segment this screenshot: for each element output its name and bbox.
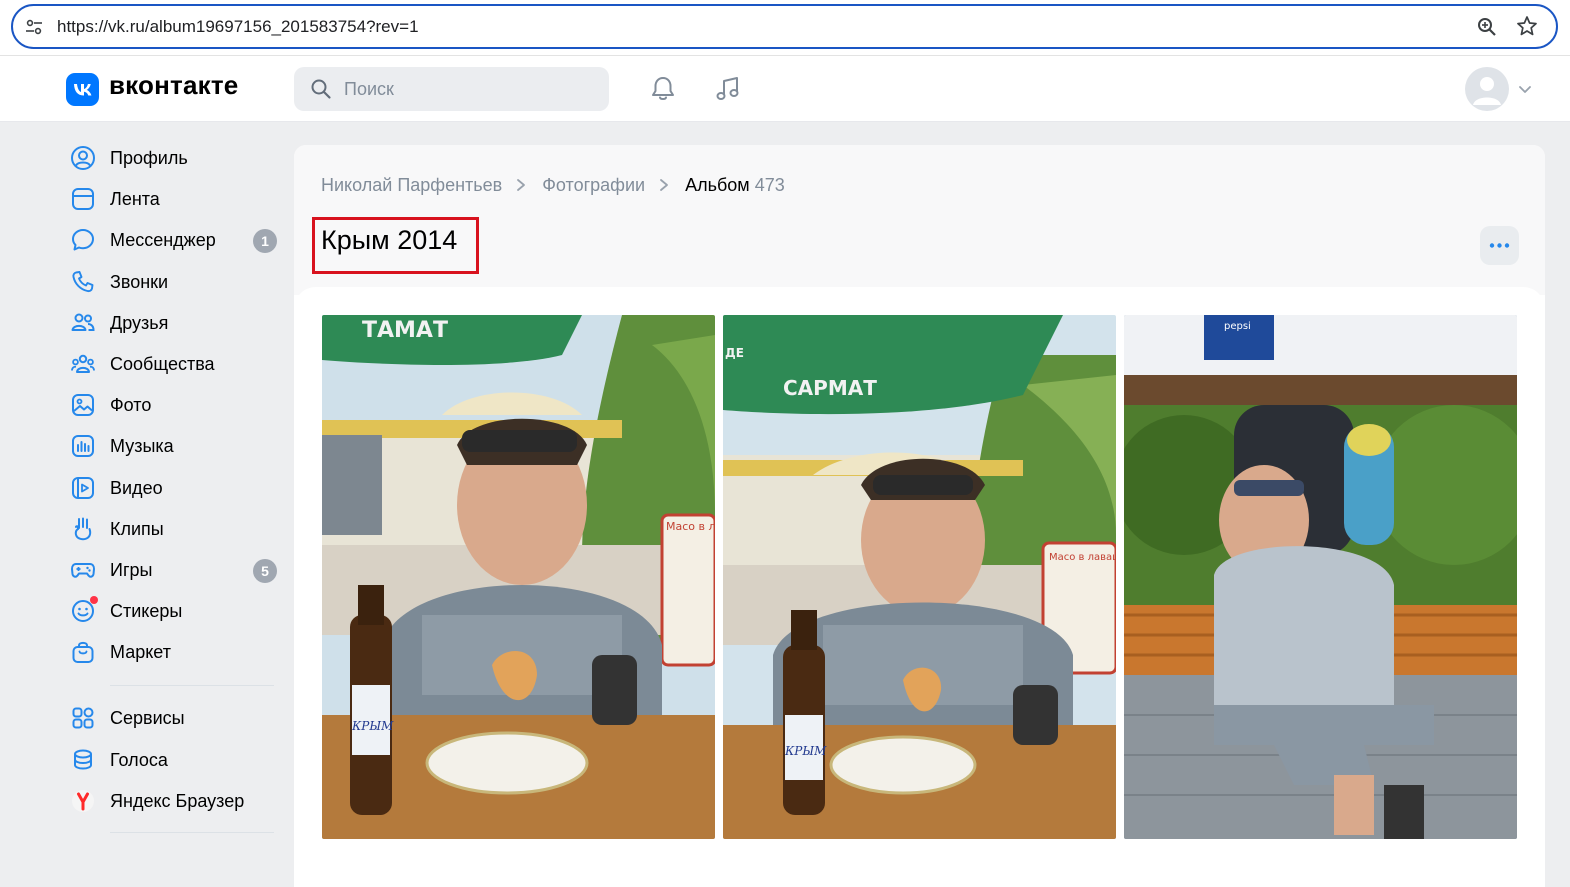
sidebar-item-market[interactable]: Маркет: [60, 632, 282, 673]
umbrella-text: САРМАТ: [783, 376, 877, 400]
sidebar-item-votes[interactable]: Голоса: [60, 740, 282, 781]
sidebar-item-yandex-browser[interactable]: Яндекс Браузер: [60, 781, 282, 822]
photo-man-with-beer-2: САРМАТ ДЕ Масо в лаваше КРЫМ: [723, 315, 1116, 839]
sidebar-divider: [110, 685, 274, 687]
sidebar-item-video[interactable]: Видео: [60, 468, 282, 509]
sidebar-item-calls[interactable]: Звонки: [60, 262, 282, 303]
album-header: Николай Парфентьев Фотографии Альбом 473 К…: [294, 145, 1545, 295]
photo-thumbnail[interactable]: ТАМАТ Масо в лаваш КРЫМ: [322, 315, 715, 839]
sidebar-item-label: Мессенджер: [110, 230, 216, 251]
search-input[interactable]: Поиск: [294, 67, 609, 111]
votes-coins-icon: [74, 749, 92, 770]
vk-logo-icon[interactable]: [66, 73, 99, 106]
url-text[interactable]: https://vk.ru/album19697156_201583754?re…: [57, 17, 419, 37]
left-sidebar: Профиль Лента Мессенджер 1 Звонки Друзья: [60, 138, 282, 845]
sidebar-item-label: Видео: [110, 477, 163, 498]
album-panel: Николай Парфентьев Фотографии Альбом 473 К…: [294, 145, 1545, 887]
sidebar-item-profile[interactable]: Профиль: [60, 138, 282, 179]
sign-text: Масо в лаваше: [1049, 552, 1116, 563]
sidebar-item-label: Стикеры: [110, 601, 183, 622]
search-placeholder: Поиск: [344, 79, 394, 99]
zoom-icon[interactable]: [1476, 16, 1498, 38]
sidebar-item-photo[interactable]: Фото: [60, 385, 282, 426]
search-icon: [311, 79, 331, 99]
sidebar-item-services[interactable]: Сервисы: [60, 698, 282, 739]
bottle-label-text: КРЫМ: [351, 719, 394, 733]
services-icon: [72, 707, 94, 729]
vk-logo-text[interactable]: вконтакте: [109, 70, 238, 101]
sidebar-item-label: Профиль: [110, 148, 188, 168]
sidebar-item-label: Игры: [110, 559, 153, 580]
breadcrumb: Николай Парфентьев Фотографии Альбом 473: [321, 175, 785, 196]
clips-icon: [74, 517, 92, 540]
feed-icon: [72, 188, 94, 211]
sidebar-item-games[interactable]: Игры 5: [60, 550, 282, 591]
breadcrumb-photos-link[interactable]: Фотографии: [542, 175, 645, 195]
sidebar-item-music[interactable]: Музыка: [60, 426, 282, 467]
avatar[interactable]: [1465, 67, 1509, 111]
chevron-right-icon: [517, 179, 526, 191]
games-icon: [71, 562, 95, 578]
photo-man-with-backpack: pepsi: [1124, 315, 1517, 839]
more-dots-icon: [1489, 243, 1510, 248]
sidebar-item-label: Маркет: [110, 642, 171, 663]
sidebar-item-label: Сообщества: [110, 353, 215, 374]
messenger-icon: [72, 229, 94, 251]
top-header: вконтакте Поиск: [0, 56, 1570, 122]
umbrella-text: ТАМАТ: [362, 318, 448, 343]
phone-icon: [72, 270, 94, 292]
bell-icon[interactable]: [648, 74, 678, 104]
sidebar-divider: [110, 832, 274, 833]
chevron-right-icon: [660, 179, 668, 191]
sidebar-item-label: Музыка: [110, 436, 174, 457]
market-bag-icon: [72, 642, 94, 664]
games-count-badge: 5: [253, 558, 277, 583]
store-sign-text: pepsi: [1224, 321, 1251, 332]
friends-icon: [71, 313, 95, 331]
album-title: Крым 2014: [321, 225, 458, 255]
more-options-button[interactable]: [1480, 226, 1519, 265]
bottle-label-text: КРЫМ: [784, 744, 827, 758]
sign-text: Масо в лаваш: [666, 520, 715, 533]
address-bar[interactable]: https://vk.ru/album19697156_201583754?re…: [11, 4, 1558, 49]
umbrella-text: ДЕ: [725, 346, 744, 360]
breadcrumb-owner-link[interactable]: Николай Парфентьев: [321, 175, 502, 195]
chevron-down-icon[interactable]: [1517, 82, 1533, 96]
sidebar-item-label: Голоса: [110, 749, 168, 770]
sidebar-item-label: Фото: [110, 395, 152, 416]
photo-thumbnail[interactable]: pepsi: [1124, 315, 1517, 839]
unread-count-badge: 1: [253, 229, 277, 254]
sidebar-item-communities[interactable]: Сообщества: [60, 344, 282, 385]
sidebar-item-label: Звонки: [110, 271, 169, 292]
sidebar-item-friends[interactable]: Друзья: [60, 303, 282, 344]
sidebar-item-label: Лента: [110, 189, 160, 210]
sidebar-item-label: Клипы: [110, 518, 164, 539]
album-photo-count: 473: [754, 175, 785, 195]
sidebar-item-label: Друзья: [110, 312, 169, 333]
music-icon: [72, 435, 94, 458]
photo-icon: [72, 394, 94, 417]
video-icon: [72, 476, 94, 499]
sidebar-item-clips[interactable]: Клипы: [60, 509, 282, 550]
sidebar-item-messenger[interactable]: Мессенджер 1: [60, 220, 282, 261]
browser-toolbar: https://vk.ru/album19697156_201583754?re…: [0, 0, 1570, 56]
yandex-browser-icon: [72, 789, 94, 812]
music-note-icon[interactable]: [713, 74, 743, 104]
photo-thumbnail[interactable]: САРМАТ ДЕ Масо в лаваше КРЫМ: [723, 315, 1116, 839]
photo-grid: ТАМАТ Масо в лаваш КРЫМ: [294, 287, 1545, 887]
sidebar-item-label: Яндекс Браузер: [110, 790, 245, 811]
sidebar-item-stickers[interactable]: Стикеры: [60, 591, 282, 632]
notification-dot: [90, 596, 98, 605]
profile-icon: [71, 146, 95, 170]
photo-man-with-beer-1: ТАМАТ Масо в лаваш КРЫМ: [322, 315, 715, 839]
bookmark-star-icon[interactable]: [1516, 15, 1538, 37]
sidebar-item-feed[interactable]: Лента: [60, 179, 282, 220]
sidebar-item-label: Сервисы: [110, 708, 185, 729]
breadcrumb-current: Альбом: [685, 175, 750, 195]
site-settings-icon[interactable]: [23, 16, 45, 38]
communities-icon: [71, 354, 95, 373]
